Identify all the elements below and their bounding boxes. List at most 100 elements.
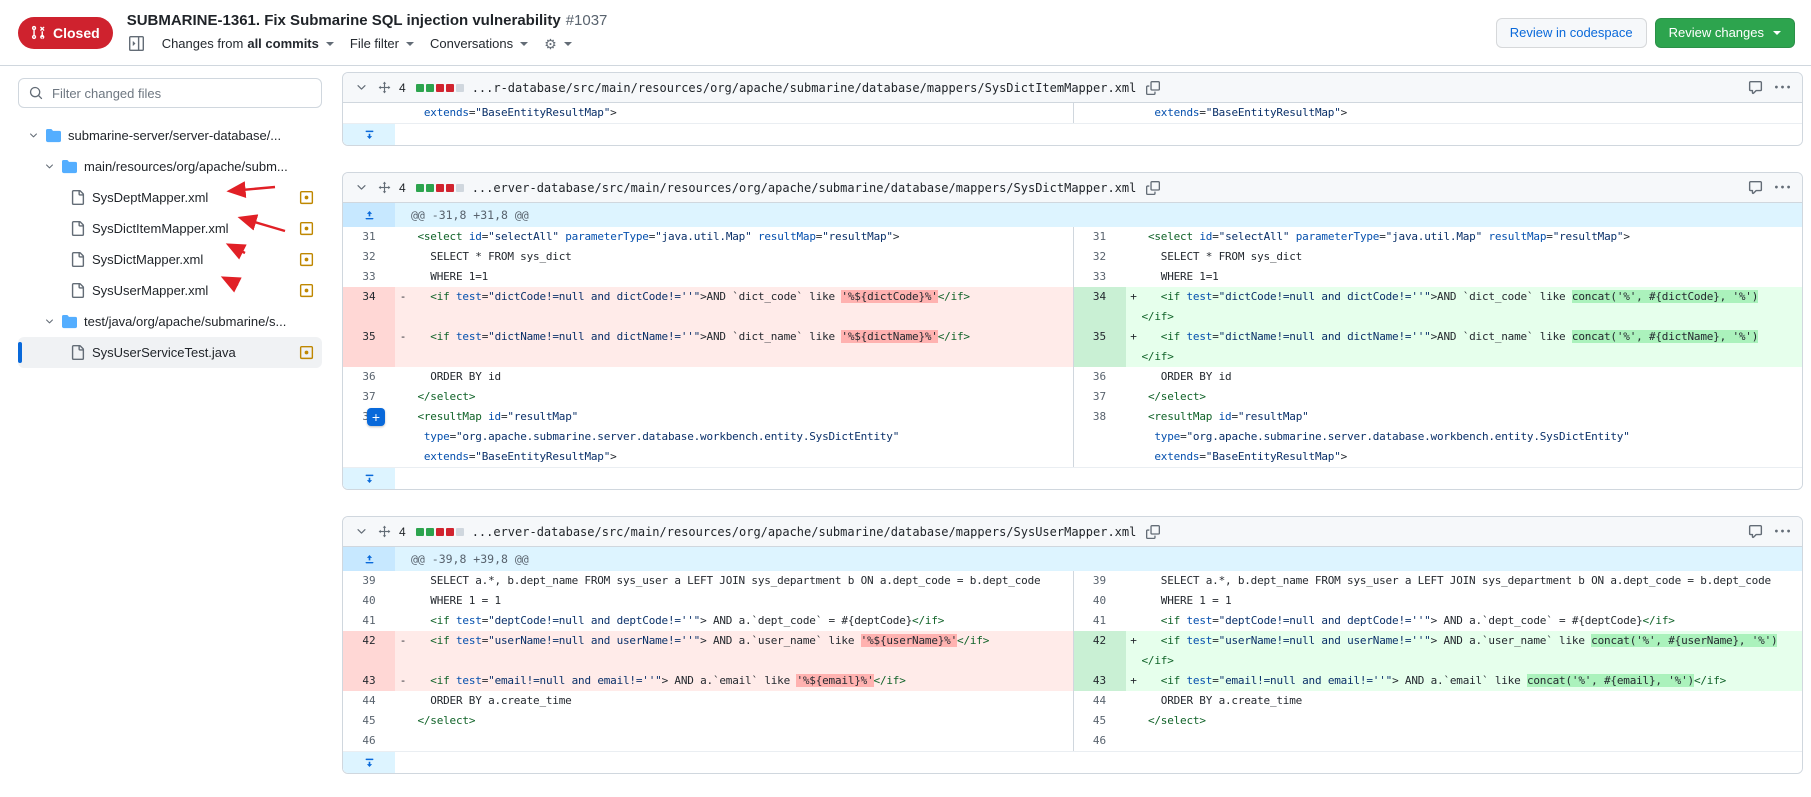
- diff-marker: [1126, 711, 1142, 731]
- review-changes-button[interactable]: Review changes: [1655, 18, 1795, 48]
- collapse-file-button[interactable]: [353, 179, 370, 196]
- tree-folder-row[interactable]: test/java/org/apache/submarine/s...: [18, 306, 322, 337]
- line-number[interactable]: [343, 427, 395, 447]
- expand-up-button[interactable]: [343, 203, 395, 227]
- review-in-codespace-button[interactable]: Review in codespace: [1496, 18, 1647, 48]
- diff-row: type="org.apache.submarine.server.databa…: [343, 427, 1802, 447]
- code-content: [1126, 731, 1803, 751]
- line-number[interactable]: 31: [343, 227, 395, 247]
- expand-down-button[interactable]: [343, 468, 395, 489]
- file-header: 4...erver-database/src/main/resources/or…: [343, 517, 1802, 547]
- code-content: - <if test="email!=null and email!=''"> …: [395, 671, 1073, 691]
- code-line-row: <select id="selectAll" parameterType="ja…: [395, 227, 1073, 247]
- expand-up-button[interactable]: [343, 547, 395, 571]
- line-number[interactable]: [343, 103, 395, 123]
- collapse-file-button[interactable]: [353, 79, 370, 96]
- line-number[interactable]: 40: [1074, 591, 1126, 611]
- line-number[interactable]: [1074, 103, 1126, 123]
- line-number[interactable]: 33: [1074, 267, 1126, 287]
- diff-settings-dropdown[interactable]: ⚙: [544, 37, 572, 51]
- tree-item-label: SysDictItemMapper.xml: [92, 221, 292, 236]
- line-number[interactable]: 39: [343, 571, 395, 591]
- line-number[interactable]: 38: [1074, 407, 1126, 427]
- code-line: [1142, 731, 1803, 751]
- line-number[interactable]: 43: [1074, 671, 1126, 691]
- code-line-row: extends="BaseEntityResultMap">: [1126, 447, 1803, 467]
- line-number[interactable]: 41: [1074, 611, 1126, 631]
- file-comment-button[interactable]: [1746, 78, 1765, 97]
- changed-lines-count: 4: [399, 525, 406, 539]
- drag-handle-icon[interactable]: [378, 181, 391, 194]
- line-number[interactable]: [1074, 447, 1126, 467]
- line-number[interactable]: 32: [343, 247, 395, 267]
- line-number[interactable]: 40: [343, 591, 395, 611]
- line-number[interactable]: 43: [343, 671, 395, 691]
- file-comment-button[interactable]: [1746, 522, 1765, 541]
- line-number[interactable]: 33: [343, 267, 395, 287]
- tree-file-row[interactable]: SysUserServiceTest.java: [18, 337, 322, 368]
- conversations-dropdown[interactable]: Conversations: [430, 36, 528, 51]
- tree-folder-row[interactable]: submarine-server/server-database/...: [18, 120, 322, 151]
- diff-marker: -: [395, 671, 411, 691]
- line-number[interactable]: 37: [1074, 387, 1126, 407]
- tree-file-row[interactable]: SysDictItemMapper.xml: [18, 213, 322, 244]
- hunk-range-label: @@ -39,8 +39,8 @@: [395, 547, 529, 571]
- code-line-row: + <if test="dictCode!=null and dictCode!…: [1126, 287, 1803, 307]
- filter-files-input[interactable]: [50, 85, 311, 102]
- code-line: <resultMap id="resultMap": [1142, 407, 1803, 427]
- tree-folder-row[interactable]: main/resources/org/apache/subm...: [18, 151, 322, 182]
- line-number[interactable]: 46: [343, 731, 395, 751]
- expand-down-button[interactable]: [343, 752, 395, 773]
- line-number[interactable]: 35: [1074, 327, 1126, 367]
- line-number[interactable]: 39: [1074, 571, 1126, 591]
- add-comment-button[interactable]: +: [367, 408, 385, 426]
- copy-path-button[interactable]: [1144, 523, 1162, 541]
- code-line-row: </if>: [1126, 651, 1803, 671]
- line-number[interactable]: 42: [1074, 631, 1126, 671]
- changes-from-dropdown[interactable]: Changes fromall commits: [162, 36, 334, 51]
- file-filter-dropdown[interactable]: File filter: [350, 36, 414, 51]
- line-number[interactable]: 44: [343, 691, 395, 711]
- line-number[interactable]: 35: [343, 327, 395, 367]
- drag-handle-icon[interactable]: [378, 525, 391, 538]
- line-number[interactable]: 36: [343, 367, 395, 387]
- sidebar-toggle-button[interactable]: [127, 34, 146, 53]
- line-number[interactable]: 34: [343, 287, 395, 327]
- code-line-row: type="org.apache.submarine.server.databa…: [1126, 427, 1803, 447]
- diff-cell-new: 37 </select>: [1073, 387, 1803, 407]
- diff-cell-old: 31 <select id="selectAll" parameterType=…: [343, 227, 1073, 247]
- file-menu-button[interactable]: [1773, 178, 1792, 197]
- file-menu-button[interactable]: [1773, 78, 1792, 97]
- line-number[interactable]: 34: [1074, 287, 1126, 327]
- line-number[interactable]: 32: [1074, 247, 1126, 267]
- code-line-row: + <if test="email!=null and email!=''"> …: [1126, 671, 1803, 691]
- tree-item-label: SysUserServiceTest.java: [92, 345, 292, 360]
- line-number[interactable]: 46: [1074, 731, 1126, 751]
- line-number[interactable]: [1074, 427, 1126, 447]
- line-number[interactable]: 44: [1074, 691, 1126, 711]
- line-number[interactable]: 41: [343, 611, 395, 631]
- diff-cell-old: 40 WHERE 1 = 1: [343, 591, 1073, 611]
- chevron-down-icon: [44, 161, 55, 172]
- file-comment-button[interactable]: [1746, 178, 1765, 197]
- copy-path-button[interactable]: [1144, 179, 1162, 197]
- line-number[interactable]: 37: [343, 387, 395, 407]
- diff-cell-new: 34+ <if test="dictCode!=null and dictCod…: [1073, 287, 1803, 327]
- line-number[interactable]: 45: [343, 711, 395, 731]
- tree-file-row[interactable]: SysUserMapper.xml: [18, 275, 322, 306]
- drag-handle-icon[interactable]: [378, 81, 391, 94]
- line-number[interactable]: 42: [343, 631, 395, 671]
- code-content: <if test="deptCode!=null and deptCode!='…: [395, 611, 1073, 631]
- line-number[interactable]: 45: [1074, 711, 1126, 731]
- tree-file-row[interactable]: SysDictMapper.xml: [18, 244, 322, 275]
- line-number[interactable]: 36: [1074, 367, 1126, 387]
- line-number[interactable]: 31: [1074, 227, 1126, 247]
- diff-row: 40 WHERE 1 = 140 WHERE 1 = 1: [343, 591, 1802, 611]
- tree-file-row[interactable]: SysDeptMapper.xml: [18, 182, 322, 213]
- file-menu-button[interactable]: [1773, 522, 1792, 541]
- expand-down-button[interactable]: [343, 124, 395, 145]
- line-number[interactable]: [343, 447, 395, 467]
- code-line-row: <select id="selectAll" parameterType="ja…: [1126, 227, 1803, 247]
- collapse-file-button[interactable]: [353, 523, 370, 540]
- copy-path-button[interactable]: [1144, 79, 1162, 97]
